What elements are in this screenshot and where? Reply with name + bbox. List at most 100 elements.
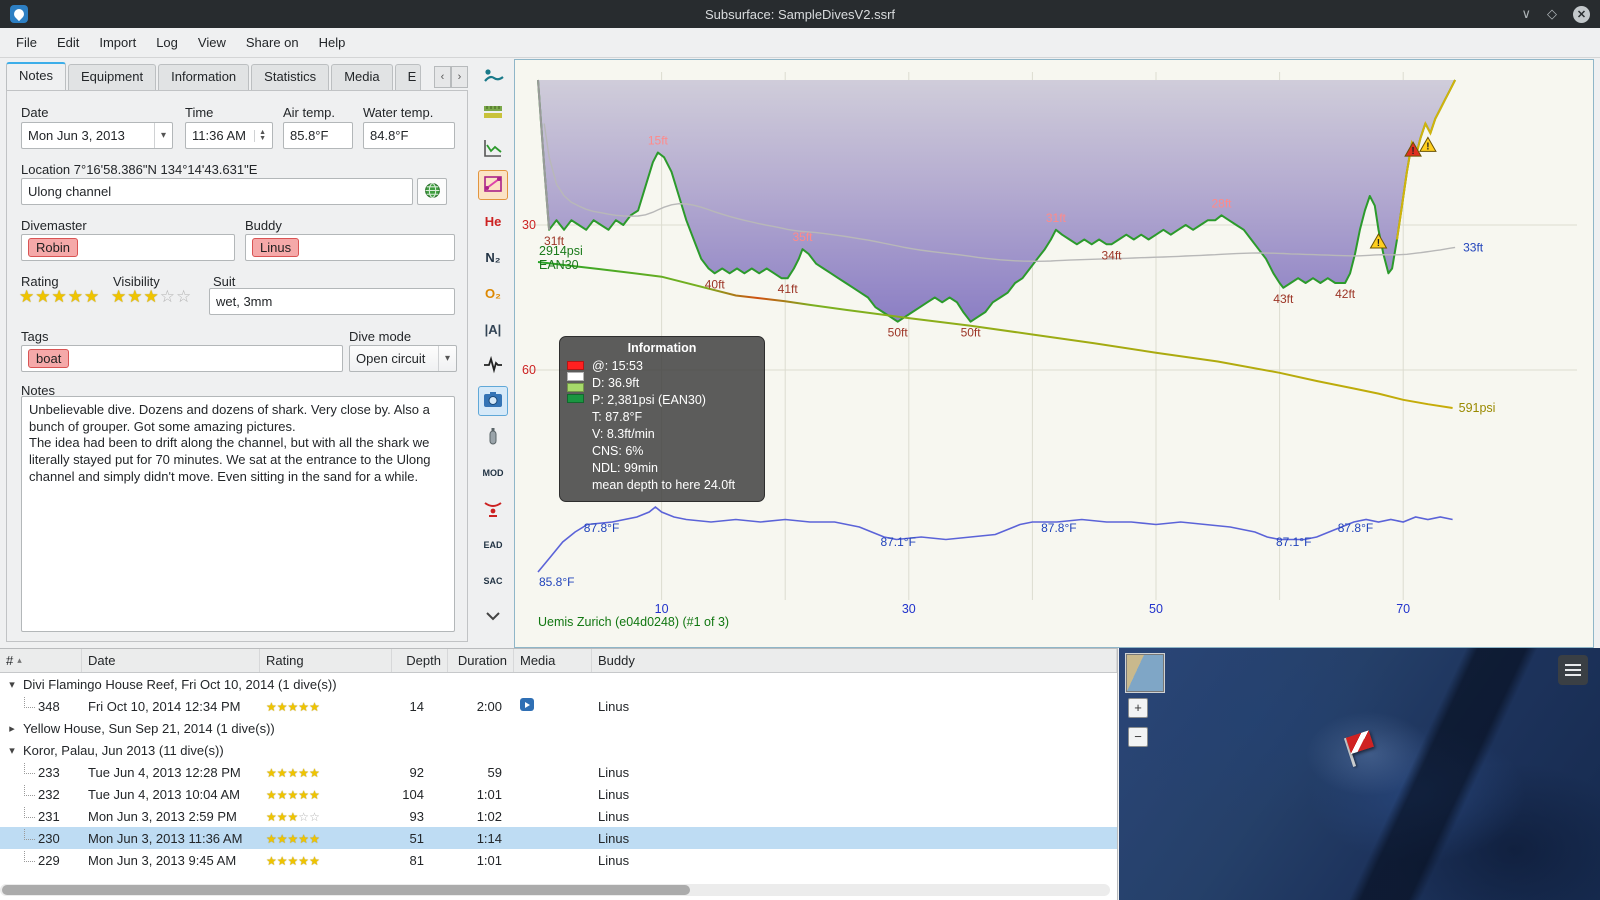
- trip-row[interactable]: ▾ Koror, Palau, Jun 2013 (11 dive(s)): [0, 739, 1117, 761]
- suit-input[interactable]: [209, 288, 455, 315]
- chevron-down-icon[interactable]: ▾: [153, 123, 166, 148]
- tab-scroll-left-button[interactable]: ‹: [434, 66, 451, 88]
- map-menu-button[interactable]: [1558, 655, 1588, 685]
- tab-scroll-right-button[interactable]: ›: [451, 66, 468, 88]
- dive-row-231[interactable]: 231 Mon Jun 3, 2013 2:59 PM ★★★☆☆ 93 1:02 Lin…: [0, 805, 1117, 827]
- horizontal-scrollbar[interactable]: [0, 884, 1110, 896]
- app-icon: [10, 5, 28, 23]
- buddy-label: Buddy: [245, 218, 282, 233]
- column-header-rating[interactable]: Rating: [260, 649, 392, 672]
- titlebar[interactable]: Subsurface: SampleDivesV2.ssrf ∨ ◇ ✕: [0, 0, 1600, 28]
- toggle-ruler-button[interactable]: [478, 98, 508, 128]
- menu-file[interactable]: File: [6, 30, 47, 55]
- divemode-combobox[interactable]: Open circuit ▾: [349, 345, 457, 372]
- column-header-media[interactable]: Media: [514, 649, 592, 672]
- toggle-air-pp-button[interactable]: |A|: [478, 314, 508, 344]
- star-4[interactable]: ★: [68, 288, 83, 306]
- column-header-duration[interactable]: Duration: [448, 649, 514, 672]
- divemaster-tag[interactable]: Robin: [28, 238, 78, 257]
- menu-import[interactable]: Import: [89, 30, 146, 55]
- toggle-photos-button[interactable]: [478, 386, 508, 416]
- dive-flag-marker[interactable]: [1339, 728, 1382, 771]
- menu-log[interactable]: Log: [146, 30, 188, 55]
- window-title: Subsurface: SampleDivesV2.ssrf: [704, 6, 896, 22]
- star-3[interactable]: ★: [144, 288, 159, 306]
- star-2[interactable]: ★: [35, 288, 50, 306]
- toggle-tank-bar-button[interactable]: [478, 422, 508, 452]
- column-header-num[interactable]: # ▴: [0, 649, 82, 672]
- star-2[interactable]: ★: [127, 288, 142, 306]
- maximize-button[interactable]: ◇: [1547, 6, 1557, 22]
- dive-date: Mon Jun 3, 2013 2:59 PM: [88, 808, 237, 824]
- tab-notes[interactable]: Notes: [6, 62, 66, 90]
- dive-row-232[interactable]: 232 Tue Jun 4, 2013 10:04 AM ★★★★★ 104 1:01 L…: [0, 783, 1117, 805]
- tab-equipment[interactable]: Equipment: [67, 64, 157, 90]
- minimize-button[interactable]: ∨: [1521, 6, 1531, 22]
- tab-statistics[interactable]: Statistics: [251, 64, 330, 90]
- toggle-heart-rate-button[interactable]: [478, 350, 508, 380]
- star-5[interactable]: ★: [84, 288, 99, 306]
- dive-row-233[interactable]: 233 Tue Jun 4, 2013 12:28 PM ★★★★★ 92 59 Linu…: [0, 761, 1117, 783]
- menu-share-on[interactable]: Share on: [236, 30, 309, 55]
- menu-help[interactable]: Help: [309, 30, 356, 55]
- airtemp-field[interactable]: [283, 122, 353, 149]
- buddy-tag[interactable]: Linus: [252, 238, 300, 257]
- toggle-deco-ceiling-button[interactable]: [478, 494, 508, 524]
- chevron-down-icon[interactable]: ▾: [437, 346, 450, 371]
- globe-button[interactable]: [417, 178, 447, 205]
- notes-textarea[interactable]: Unbelievable dive. Dozens and dozens of …: [21, 396, 455, 632]
- zoom-in-button[interactable]: +: [1128, 698, 1148, 718]
- map-view[interactable]: + −: [1119, 648, 1600, 900]
- time-spinbox[interactable]: 11:36 AM ▲ ▼: [185, 122, 273, 149]
- tab-media[interactable]: Media: [331, 64, 393, 90]
- column-header-depth[interactable]: Depth: [392, 649, 448, 672]
- toggle-sac-button[interactable]: SAC: [478, 566, 508, 596]
- menu-edit[interactable]: Edit: [47, 30, 89, 55]
- menu-view[interactable]: View: [188, 30, 236, 55]
- date-combobox[interactable]: Mon Jun 3, 2013 ▾: [21, 122, 173, 149]
- scrollbar-thumb[interactable]: [2, 885, 691, 895]
- rating-stars[interactable]: ★ ★ ★ ★ ★: [19, 288, 99, 306]
- star-3[interactable]: ★: [52, 288, 67, 306]
- toggle-scale-graph-button[interactable]: [478, 134, 508, 164]
- tab-information[interactable]: Information: [158, 64, 250, 90]
- dive-duration: 1:14: [476, 830, 502, 846]
- collapse-icon[interactable]: ▾: [6, 744, 18, 757]
- media-icon[interactable]: [520, 698, 534, 711]
- dive-row-230[interactable]: 230 Mon Jun 3, 2013 11:36 AM ★★★★★ 51 1:14 Li…: [0, 827, 1117, 849]
- star-1[interactable]: ★: [111, 288, 126, 306]
- toggle-scroll-down-button[interactable]: [478, 602, 508, 632]
- toggle-nitrogen-pp-button[interactable]: N₂: [478, 242, 508, 272]
- dive-row-229[interactable]: 229 Mon Jun 3, 2013 9:45 AM ★★★★★ 81 1:01 Lin…: [0, 849, 1117, 871]
- spinner-arrows[interactable]: ▲ ▼: [254, 129, 266, 142]
- collapse-icon[interactable]: ▾: [6, 678, 18, 691]
- toggle-dive-computer-button[interactable]: [478, 62, 508, 92]
- map-overview-inset[interactable]: [1126, 654, 1164, 692]
- expand-icon[interactable]: ▸: [6, 722, 18, 735]
- trip-row[interactable]: ▾ Divi Flamingo House Reef, Fri Oct 10, 2…: [0, 673, 1117, 695]
- toggle-oxygen-pp-button[interactable]: O₂: [478, 278, 508, 308]
- star-4[interactable]: ☆: [160, 288, 175, 306]
- star-5[interactable]: ☆: [176, 288, 191, 306]
- toggle-measure-button[interactable]: [478, 170, 508, 200]
- buddy-input[interactable]: Linus: [245, 234, 455, 261]
- close-button[interactable]: ✕: [1573, 5, 1590, 23]
- tags-input[interactable]: boat: [21, 345, 343, 372]
- tag-chip[interactable]: boat: [28, 349, 70, 368]
- toggle-mod-button[interactable]: MOD: [478, 458, 508, 488]
- dive-row-348[interactable]: 348 Fri Oct 10, 2014 12:34 PM ★★★★★ 14 2:00 L…: [0, 695, 1117, 717]
- watertemp-field[interactable]: [363, 122, 455, 149]
- column-header-buddy[interactable]: Buddy: [592, 649, 1117, 672]
- toggle-helium-pp-button[interactable]: He: [478, 206, 508, 236]
- tooltip-line: P: 2,381psi (EAN30): [592, 393, 706, 407]
- zoom-out-button[interactable]: −: [1128, 727, 1148, 747]
- visibility-stars[interactable]: ★ ★ ★ ☆ ☆: [111, 288, 191, 306]
- tab-e[interactable]: E: [394, 64, 421, 90]
- divemaster-input[interactable]: Robin: [21, 234, 235, 261]
- column-header-date[interactable]: Date: [82, 649, 260, 672]
- toggle-ead-button[interactable]: EAD: [478, 530, 508, 560]
- location-input[interactable]: [21, 178, 413, 205]
- trip-row[interactable]: ▸ Yellow House, Sun Sep 21, 2014 (1 dive(…: [0, 717, 1117, 739]
- star-1[interactable]: ★: [19, 288, 34, 306]
- profile-chart[interactable]: 33ft 2914psi EAN30 591psi 87.8°F 87.1°F 87.8°F…: [514, 59, 1594, 648]
